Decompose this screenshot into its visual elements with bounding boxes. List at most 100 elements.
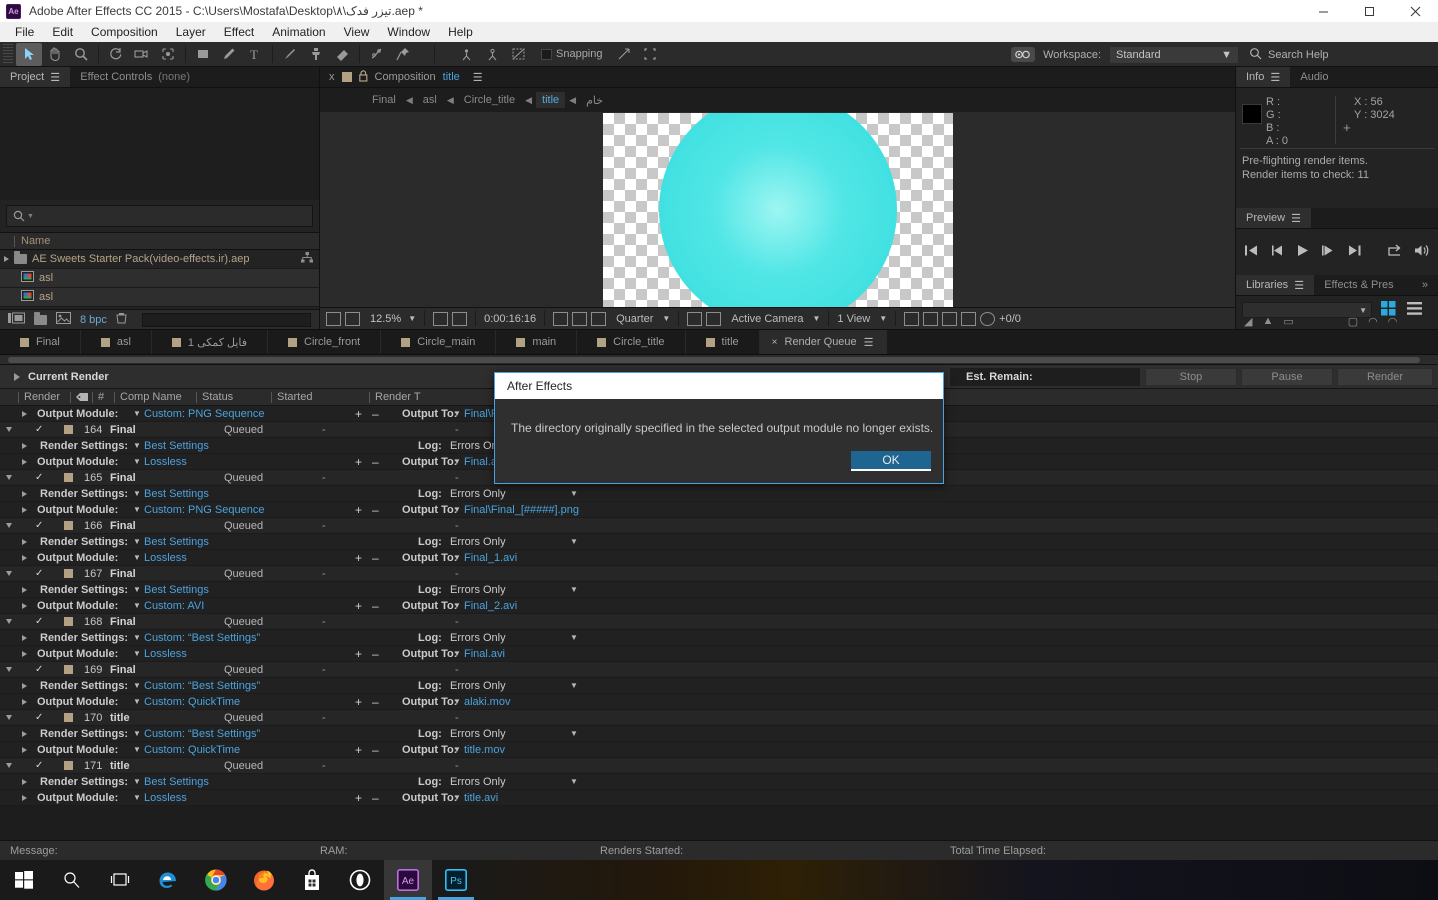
close-icon[interactable]: x — [329, 71, 335, 83]
breadcrumb-item-title[interactable]: title — [536, 92, 566, 108]
breadcrumb-item-kham[interactable]: خام — [580, 92, 609, 109]
tab-libraries[interactable]: Libraries ☰ — [1236, 275, 1315, 295]
photoshop-taskbar-button[interactable]: Ps — [432, 860, 480, 900]
always-preview-this-view-icon[interactable] — [326, 311, 341, 326]
rect-preset-icon[interactable]: ▭ — [1283, 315, 1293, 328]
chevron-down-icon[interactable]: ▼ — [453, 646, 461, 662]
comp-tab-title[interactable]: title — [686, 330, 760, 354]
output-module-row[interactable]: Output Module: ▼ Lossless + – Output To: ▼ Fina… — [0, 550, 1438, 566]
log-value[interactable]: Errors Only — [450, 630, 506, 646]
project-row-asl-2[interactable]: asl — [0, 288, 319, 307]
expander-triangle-icon[interactable] — [4, 256, 9, 262]
pixel-aspect-correction-icon[interactable] — [904, 311, 920, 326]
expander-triangle-icon[interactable] — [22, 534, 27, 550]
label-color-swatch[interactable] — [64, 614, 73, 630]
opera-taskbar-button[interactable] — [336, 860, 384, 900]
panel-menu-icon[interactable]: ☰ — [473, 71, 483, 84]
render-checkbox[interactable]: ✓ — [35, 470, 43, 486]
chevron-down-icon[interactable]: ▼ — [408, 314, 416, 323]
render-queue-item-row[interactable]: ✓ 167 Final Queued - - — [0, 566, 1438, 582]
render-settings-row[interactable]: Render Settings: ▼ Best Settings Log: Errors… — [0, 774, 1438, 790]
menu-composition[interactable]: Composition — [82, 22, 167, 42]
chevron-down-icon[interactable]: ▼ — [570, 582, 578, 598]
chevron-down-icon[interactable]: ▼ — [133, 598, 141, 614]
expander-triangle-icon[interactable] — [14, 372, 20, 381]
last-frame-icon[interactable] — [1347, 244, 1362, 260]
breadcrumb-item-circle-title[interactable]: Circle_title — [458, 92, 521, 108]
column-started[interactable]: Started — [271, 389, 369, 406]
delete-icon[interactable] — [116, 312, 127, 327]
output-module-value[interactable]: Custom: QuickTime — [144, 742, 240, 758]
output-module-row[interactable]: Output Module: ▼ Lossless + – Output To: ▼ titl… — [0, 790, 1438, 806]
local-axis-mode-icon[interactable] — [453, 43, 479, 66]
tab-preview[interactable]: Preview ☰ — [1236, 208, 1312, 228]
menu-effect[interactable]: Effect — [215, 22, 263, 42]
log-value[interactable]: Errors Only — [450, 534, 506, 550]
render-checkbox[interactable]: ✓ — [35, 566, 43, 582]
new-footage-icon[interactable] — [56, 312, 71, 327]
add-output-module-button[interactable]: + — [355, 694, 364, 710]
chevron-down-icon[interactable]: ▼ — [133, 486, 141, 502]
edge-taskbar-button[interactable] — [144, 860, 192, 900]
remove-output-module-button[interactable]: – — [372, 742, 381, 758]
chevron-down-icon[interactable]: ▼ — [133, 534, 141, 550]
tab-effect-controls[interactable]: Effect Controls (none) — [70, 67, 200, 87]
expander-triangle-icon[interactable] — [22, 454, 27, 470]
rotation-tool-icon[interactable] — [103, 43, 129, 66]
search-help-field[interactable]: Search Help — [1249, 46, 1434, 64]
take-snapshot-icon[interactable] — [553, 311, 569, 326]
title-action-safe-icon[interactable] — [452, 311, 468, 326]
horizontal-scrollbar[interactable] — [0, 355, 1438, 365]
panel-menu-icon[interactable]: ☰ — [1270, 71, 1280, 84]
render-settings-row[interactable]: Render Settings: ▼ Best Settings Log: Errors… — [0, 534, 1438, 550]
expander-triangle-icon[interactable] — [22, 438, 27, 454]
menu-window[interactable]: Window — [378, 22, 439, 42]
zoom-tool-icon[interactable] — [68, 43, 94, 66]
next-frame-icon[interactable] — [1321, 244, 1336, 260]
render-checkbox[interactable]: ✓ — [35, 662, 43, 678]
expander-triangle-icon[interactable] — [6, 614, 12, 630]
play-icon[interactable] — [1296, 244, 1310, 260]
output-to-value[interactable]: Final\Final_[#####].png — [464, 502, 579, 518]
panel-menu-icon[interactable]: ☰ — [50, 71, 60, 84]
chevron-down-icon[interactable]: ▼ — [453, 694, 461, 710]
chevron-down-icon[interactable]: ▼ — [133, 646, 141, 662]
add-output-module-button[interactable]: + — [355, 502, 364, 518]
output-module-value[interactable]: Lossless — [144, 646, 187, 662]
output-to-value[interactable]: Final_2.avi — [464, 598, 517, 614]
selection-tool-icon[interactable] — [16, 42, 42, 66]
render-settings-value[interactable]: Custom: “Best Settings” — [144, 630, 260, 646]
chevron-down-icon[interactable]: ▼ — [133, 582, 141, 598]
label-color-swatch[interactable] — [64, 518, 73, 534]
chevron-down-icon[interactable]: ▼ — [133, 630, 141, 646]
log-value[interactable]: Errors Only — [450, 582, 506, 598]
output-module-value[interactable]: Custom: QuickTime — [144, 694, 240, 710]
loop-icon[interactable] — [1387, 244, 1403, 260]
output-to-value[interactable]: Final_1.avi — [464, 550, 517, 566]
panel-menu-icon[interactable]: ☰ — [864, 336, 874, 349]
pause-button[interactable]: Pause — [1241, 368, 1333, 386]
render-settings-value[interactable]: Best Settings — [144, 534, 209, 550]
view-layout-select[interactable]: 1 View ▼ — [837, 313, 887, 325]
chevron-down-icon[interactable]: ▼ — [133, 726, 141, 742]
chevron-down-icon[interactable]: ▼ — [133, 678, 141, 694]
shape-tool-icon[interactable] — [190, 43, 216, 66]
render-button[interactable]: Render — [1337, 368, 1433, 386]
show-snapshot-icon[interactable] — [572, 311, 588, 326]
chevron-down-icon[interactable]: ▼ — [133, 742, 141, 758]
tab-info[interactable]: Info ☰ — [1236, 67, 1291, 87]
composition-canvas[interactable] — [602, 112, 953, 307]
chevron-down-icon[interactable]: ▼ — [570, 534, 578, 550]
expander-triangle-icon[interactable] — [22, 646, 27, 662]
close-icon[interactable]: × — [772, 337, 778, 348]
log-value[interactable]: Errors Only — [450, 678, 506, 694]
workspace-toggle-icon[interactable] — [1011, 47, 1036, 62]
expander-triangle-icon[interactable] — [22, 742, 27, 758]
task-view-button[interactable] — [96, 860, 144, 900]
resolution-select[interactable]: Quarter ▼ — [616, 313, 670, 325]
render-settings-value[interactable]: Custom: “Best Settings” — [144, 678, 260, 694]
chevron-down-icon[interactable]: ▼ — [133, 502, 141, 518]
output-module-value[interactable]: Custom: AVI — [144, 598, 204, 614]
comp-tab-main[interactable]: main — [496, 330, 578, 354]
tab-project[interactable]: Project ☰ — [0, 67, 71, 87]
